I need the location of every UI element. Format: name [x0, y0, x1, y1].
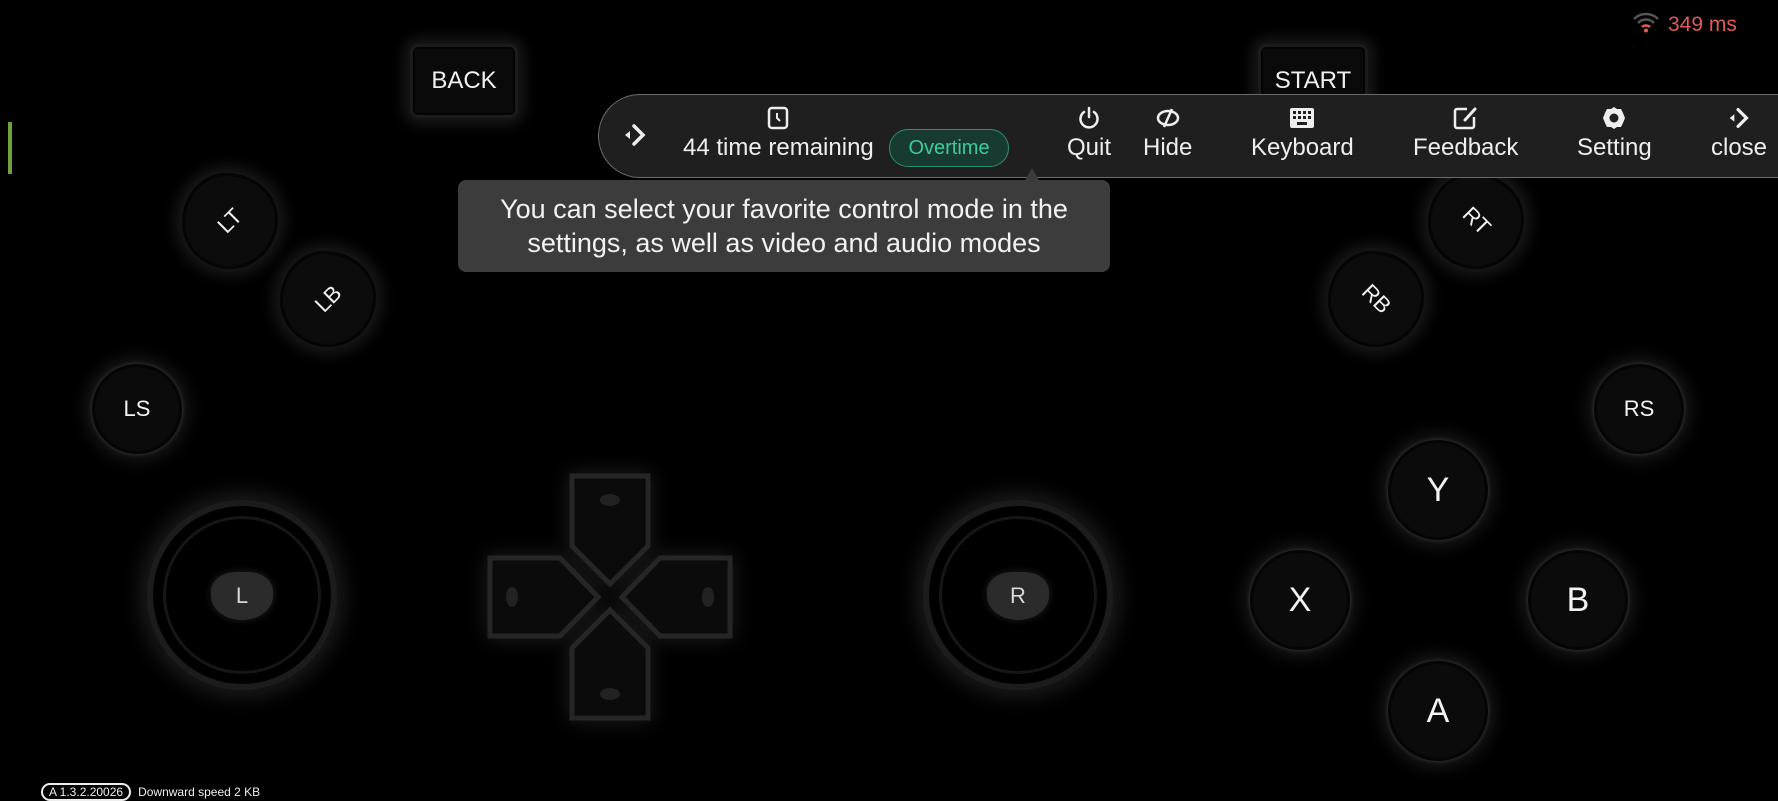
version-badge: A 1.3.2.20026 [41, 783, 132, 801]
hide-label: Hide [1143, 134, 1193, 161]
power-icon [1076, 105, 1102, 131]
right-stick-label: R [1010, 583, 1026, 608]
network-status: 349 ms [1632, 11, 1737, 39]
floating-toolbar: 44 time remaining Overtime Quit Hide Key… [598, 94, 1778, 178]
overtime-button[interactable]: Overtime [889, 129, 1009, 167]
hide-icon [1155, 105, 1181, 131]
download-speed: Downward speed 2 KB [138, 785, 261, 799]
y-label: Y [1426, 470, 1450, 509]
y-button[interactable]: Y [1388, 440, 1488, 540]
toolbar-item-keyboard[interactable]: Keyboard [1251, 105, 1354, 162]
ls-button[interactable]: LS [92, 364, 182, 454]
x-button[interactable]: X [1250, 550, 1350, 650]
edge-indicator [8, 122, 12, 174]
rt-button[interactable]: RT [1428, 173, 1524, 269]
footer-info: A 1.3.2.20026 Downward speed 2 KB [41, 783, 260, 801]
back-label: BACK [431, 67, 497, 94]
settings-tip-tooltip: You can select your favorite control mod… [458, 180, 1110, 272]
tooltip-line-2: settings, as well as video and audio mod… [527, 228, 1041, 258]
b-button[interactable]: B [1528, 550, 1628, 650]
toolbar-item-close[interactable]: close [1711, 105, 1767, 162]
gear-icon [1601, 105, 1627, 131]
setting-label: Setting [1577, 134, 1652, 161]
tooltip-arrow [1025, 168, 1039, 180]
clock-icon [765, 105, 791, 131]
close-label: close [1711, 134, 1768, 161]
time-remaining-label: 44 time remaining [683, 134, 874, 161]
time-remaining: 44 time remaining [683, 105, 874, 162]
right-joystick-knob[interactable]: R [987, 572, 1049, 620]
arrow-right-icon [1726, 105, 1752, 131]
back-button[interactable]: BACK [410, 44, 518, 118]
rs-label: RS [1623, 396, 1655, 421]
edit-icon [1453, 105, 1479, 131]
wifi-icon [1632, 11, 1660, 39]
arrow-right-icon [621, 124, 649, 151]
rt-label: RT [1457, 201, 1496, 240]
a-button[interactable]: A [1388, 661, 1488, 761]
toolbar-item-feedback[interactable]: Feedback [1413, 105, 1518, 162]
toolbar-collapse-button[interactable] [621, 123, 649, 152]
left-stick-label: L [235, 583, 249, 608]
rs-button[interactable]: RS [1594, 364, 1684, 454]
keyboard-label: Keyboard [1251, 134, 1354, 161]
start-label: START [1274, 67, 1352, 94]
tooltip-line-1: You can select your favorite control mod… [500, 194, 1068, 224]
rb-button[interactable]: RB [1328, 251, 1424, 347]
lb-label: LB [309, 280, 346, 318]
ls-label: LS [123, 396, 151, 421]
toolbar-item-hide[interactable]: Hide [1143, 105, 1192, 162]
toolbar-item-quit[interactable]: Quit [1067, 105, 1111, 162]
lt-button[interactable]: LT [182, 173, 278, 269]
overtime-label: Overtime [908, 136, 990, 159]
lt-label: LT [212, 203, 247, 238]
x-label: X [1288, 580, 1312, 619]
quit-label: Quit [1067, 134, 1112, 161]
latency-readout: 349 ms [1668, 13, 1737, 36]
dpad-down[interactable] [569, 606, 651, 721]
keyboard-icon [1289, 105, 1315, 131]
dpad-up[interactable] [569, 473, 651, 588]
rb-label: RB [1356, 279, 1396, 319]
toolbar-item-setting[interactable]: Setting [1577, 105, 1652, 162]
lb-button[interactable]: LB [280, 251, 376, 347]
dpad [486, 472, 734, 722]
a-label: A [1426, 691, 1450, 730]
b-label: B [1566, 580, 1590, 619]
left-joystick-knob[interactable]: L [211, 572, 273, 620]
feedback-label: Feedback [1413, 134, 1519, 161]
